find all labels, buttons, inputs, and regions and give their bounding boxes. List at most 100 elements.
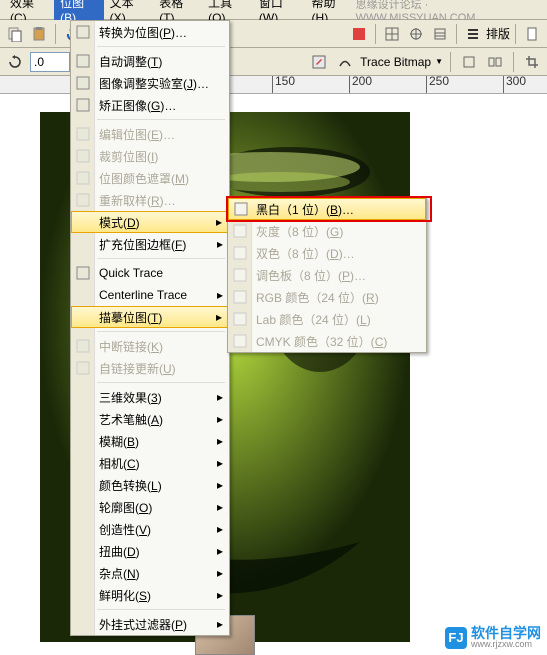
mode-item-l: Lab 颜色（24 位）(L) [228,308,426,330]
menu-item--[interactable]: 图像调整实验室(J)… [71,72,229,94]
watermark-title: 软件自学网 [471,626,541,640]
submenu-arrow-icon: ▸ [217,588,223,602]
submenu-arrow-icon: ▸ [217,390,223,404]
mask-icon [74,169,92,187]
trace-icon[interactable] [334,51,356,73]
paste-button[interactable] [28,23,50,45]
separator [513,52,514,72]
mode-swatch-icon [231,332,249,350]
mode-item-b[interactable]: 黑白（1 位）(B)… [228,198,426,220]
options-icon[interactable] [429,23,451,45]
menu-item--[interactable]: 鲜明化(S)▸ [71,584,229,606]
mode-item-r: RGB 颜色（24 位）(R) [228,286,426,308]
menubar: 效果(C) 位图(B) 文本(X) 表格(T) 工具(O) 窗口(W) 帮助(H… [0,0,547,20]
update-link-icon [74,359,92,377]
menu-item--: 重新取样(R)… [71,189,229,211]
submenu-arrow-icon: ▸ [217,478,223,492]
menu-item-centerline-trace[interactable]: Centerline Trace▸ [71,284,229,306]
submenu-arrow-icon: ▸ [217,544,223,558]
crop-icon [74,147,92,165]
menu-item--: 中断链接(K) [71,335,229,357]
separator [450,52,451,72]
submenu-arrow-icon: ▸ [217,237,223,251]
menu-item--[interactable]: 杂点(N)▸ [71,562,229,584]
mode-submenu: 黑白（1 位）(B)…灰度（8 位）(G)双色（8 位）(D)…调色板（8 位）… [227,197,427,353]
menu-separator [97,382,225,383]
submenu-arrow-icon: ▸ [217,434,223,448]
submenu-arrow-icon: ▸ [217,412,223,426]
separator [456,24,457,44]
mode-swatch-icon [231,222,249,240]
menu-item--[interactable]: 颜色转换(L)▸ [71,474,229,496]
menu-item-quick-trace[interactable]: Quick Trace [71,262,229,284]
ruler-mark: 200 [349,76,372,94]
menu-separator [97,119,225,120]
crop-bitmap-icon[interactable] [521,51,543,73]
submenu-arrow-icon: ▸ [216,215,222,229]
wrap2-icon[interactable] [484,51,506,73]
rotation-input[interactable]: .0 [30,52,70,72]
edit-bitmap-icon[interactable] [308,51,330,73]
submenu-arrow-icon: ▸ [217,456,223,470]
snap-icon[interactable] [405,23,427,45]
resample-icon [74,191,92,209]
convert-bitmap-icon [74,23,92,41]
menu-item--[interactable]: 艺术笔触(A)▸ [71,408,229,430]
separator [375,24,376,44]
menu-item--[interactable]: 轮廓图(O)▸ [71,496,229,518]
mode-swatch-icon [231,288,249,306]
menu-item--: 编辑位图(E)… [71,123,229,145]
submenu-arrow-icon: ▸ [216,310,222,324]
ruler-mark: 150 [272,76,295,94]
bitmap-menu: 转换为位图(P)… 自动调整(T)图像调整实验室(J)…矫正图像(G)… 编辑位图(… [70,20,230,636]
menu-item--[interactable]: 模糊(B)▸ [71,430,229,452]
menu-item--[interactable]: 三维效果(3)▸ [71,386,229,408]
menu-item--: 裁剪位图(I) [71,145,229,167]
submenu-arrow-icon: ▸ [217,522,223,536]
mode-swatch-icon [231,266,249,284]
edit-bitmap-icon [74,125,92,143]
mode-swatch-icon [231,244,249,262]
menu-item--[interactable]: 扩充位图边框(F)▸ [71,233,229,255]
menu-item--[interactable]: 相机(C)▸ [71,452,229,474]
trace-dropdown-icon[interactable]: ▼ [435,57,443,66]
copy-button[interactable] [4,23,26,45]
mode-item-g: 灰度（8 位）(G) [228,220,426,242]
menu-item--: 自链接更新(U) [71,357,229,379]
page-icon[interactable] [521,23,543,45]
menu-item--[interactable]: 自动调整(T) [71,50,229,72]
mode-swatch-icon [232,200,250,218]
mode-item-c: CMYK 颜色（32 位）(C) [228,330,426,352]
menu-separator [97,331,225,332]
quick-trace-icon [74,264,92,282]
separator [55,24,56,44]
watermark-badge-icon: FJ [445,627,467,649]
ruler-mark: 300 [503,76,526,94]
wrap-icon[interactable] [458,51,480,73]
grid-icon[interactable] [381,23,403,45]
app-launcher-icon[interactable] [348,23,370,45]
mode-swatch-icon [231,310,249,328]
menu-item--[interactable]: 矫正图像(G)… [71,94,229,116]
ruler-mark: 250 [426,76,449,94]
mode-item-d: 双色（8 位）(D)… [228,242,426,264]
trace-bitmap-label: Trace Bitmap [360,55,431,69]
menu-item--[interactable]: 外挂式过滤器(P)▸ [71,613,229,635]
watermark-url: www.rjzxw.com [471,640,541,649]
rotate-icon[interactable] [4,51,26,73]
menu-item--[interactable]: 模式(D)▸ [71,211,229,233]
menu-item--: 位图颜色遮罩(M) [71,167,229,189]
menu-item--[interactable]: 转换为位图(P)… [71,21,229,43]
menu-item--[interactable]: 创造性(V)▸ [71,518,229,540]
separator [515,24,516,44]
site-watermark: FJ 软件自学网 www.rjzxw.com [445,626,541,649]
layout-icon[interactable] [462,23,484,45]
straighten-icon [74,96,92,114]
menu-separator [97,609,225,610]
menu-item--[interactable]: 扭曲(D)▸ [71,540,229,562]
auto-adjust-icon [74,52,92,70]
break-link-icon [74,337,92,355]
lab-icon [74,74,92,92]
menu-item--[interactable]: 描摹位图(T)▸ [71,306,229,328]
menu-separator [97,258,225,259]
